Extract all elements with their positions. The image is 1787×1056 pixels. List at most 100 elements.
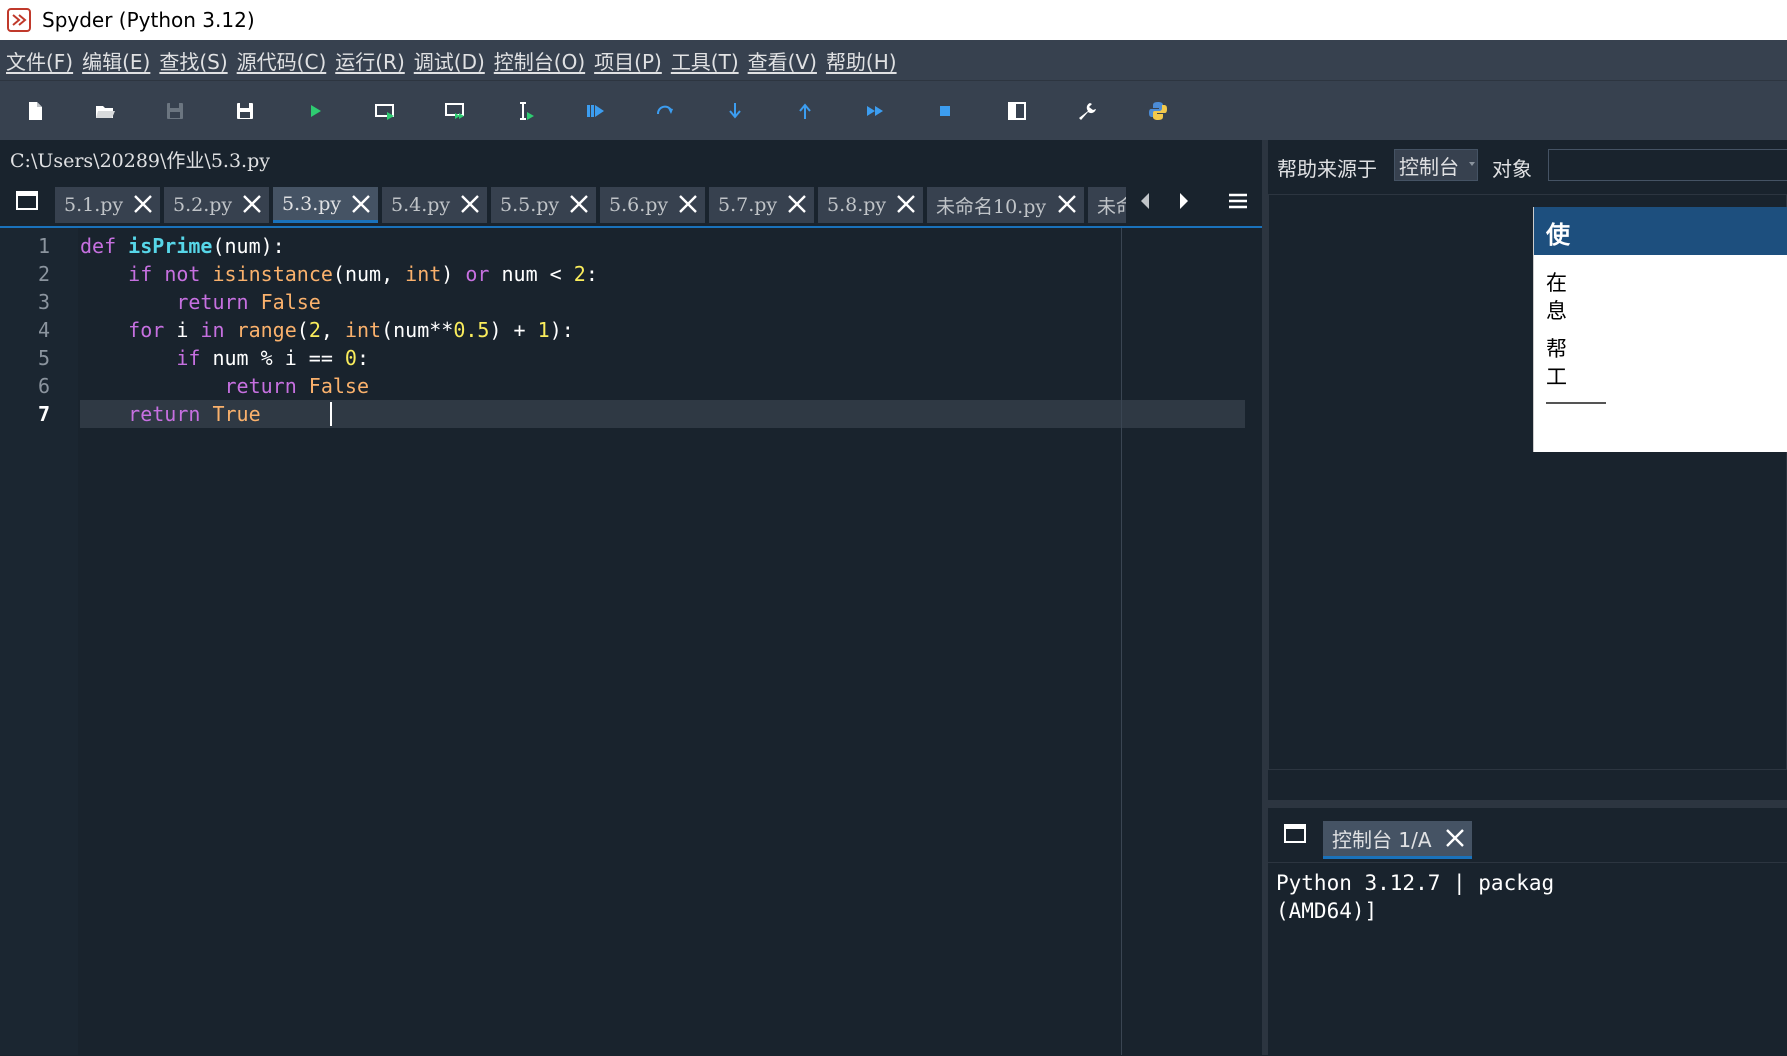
- edge-line-marker: [1121, 228, 1122, 1055]
- step-return-button[interactable]: [790, 96, 820, 126]
- code-line: for i in range(2, int(num**0.5) + 1):: [128, 318, 574, 342]
- menu-source[interactable]: 源代码(C): [237, 46, 327, 75]
- title-bar: Spyder (Python 3.12): [0, 0, 1787, 40]
- run-selection-button[interactable]: [510, 96, 540, 126]
- save-all-icon: [237, 103, 253, 119]
- browse-tabs-icon[interactable]: [14, 188, 40, 214]
- step-over-button[interactable]: [650, 96, 680, 126]
- close-icon[interactable]: [350, 193, 372, 215]
- folder-open-icon: [96, 106, 115, 118]
- continue-button[interactable]: [860, 96, 890, 126]
- help-card-divider: [1546, 402, 1606, 404]
- console-output[interactable]: Python 3.12.7 | packag (AMD64)]: [1268, 862, 1787, 1056]
- step-into-button[interactable]: [720, 96, 750, 126]
- main-toolbar: [0, 80, 1787, 141]
- chevron-down-icon: [1469, 162, 1475, 166]
- menu-run[interactable]: 运行(R): [335, 46, 405, 75]
- preferences-button[interactable]: [1072, 96, 1102, 126]
- close-icon[interactable]: [1444, 827, 1466, 849]
- debug-button[interactable]: [580, 96, 610, 126]
- code-line: if not isinstance(num, int) or num < 2:: [128, 262, 598, 286]
- editor-tab-active[interactable]: 5.3.py: [273, 187, 378, 223]
- close-icon[interactable]: [895, 193, 917, 215]
- editor-tab[interactable]: 未命名10.py: [927, 187, 1084, 223]
- code-editor[interactable]: 1 2 3 4 5 6 7 def isPrime(num): if not i…: [0, 226, 1262, 1055]
- run-cell-icon: [375, 104, 394, 120]
- python-path-manager-button[interactable]: [1143, 96, 1173, 126]
- close-icon[interactable]: [568, 193, 590, 215]
- tab-label: 未命名10.py: [936, 195, 1047, 218]
- line-number: 4: [37, 318, 50, 342]
- editor-tab[interactable]: 5.5.py: [491, 187, 596, 223]
- menu-projects[interactable]: 项目(P): [594, 46, 662, 75]
- tab-label: 5.2.py: [173, 194, 233, 216]
- tab-label: 5.8.py: [827, 194, 887, 216]
- menu-search[interactable]: 查找(S): [159, 46, 227, 75]
- console-tab[interactable]: 控制台 1/A: [1323, 821, 1472, 859]
- close-icon[interactable]: [459, 193, 481, 215]
- stop-debug-button[interactable]: [930, 96, 960, 126]
- line-number: 3: [37, 290, 50, 314]
- menu-edit[interactable]: 编辑(E): [82, 46, 150, 75]
- menu-tools[interactable]: 工具(T): [671, 46, 739, 75]
- editor-tab[interactable]: 5.7.py: [709, 187, 814, 223]
- new-file-button[interactable]: [20, 96, 50, 126]
- object-input[interactable]: [1548, 149, 1787, 181]
- hamburger-menu-icon[interactable]: [1226, 190, 1250, 212]
- help-card-header: 使: [1534, 207, 1787, 255]
- editor-tab[interactable]: 5.1.py: [55, 187, 160, 223]
- spyder-app-icon: [7, 8, 31, 32]
- run-cell-advance-icon: [445, 103, 464, 119]
- tab-label: 5.1.py: [64, 194, 124, 216]
- editor-tab[interactable]: 5.6.py: [600, 187, 705, 223]
- save-icon: [167, 103, 183, 119]
- scroll-tabs-left-icon[interactable]: [1134, 188, 1156, 214]
- code-line: return True: [128, 402, 261, 426]
- menu-view[interactable]: 查看(V): [748, 46, 817, 75]
- line-number: 5: [37, 346, 50, 370]
- editor-tab[interactable]: 未命: [1088, 187, 1126, 223]
- help-source-select[interactable]: 控制台: [1394, 149, 1478, 181]
- line-number-gutter: 1 2 3 4 5 6 7: [0, 228, 78, 1055]
- tab-label: 5.4.py: [391, 194, 451, 216]
- editor-pane: C:\Users\20289\作业\5.3.py 5.1.py 5.2.py 5…: [0, 140, 1262, 1055]
- step-over-icon: [657, 105, 673, 115]
- open-file-button[interactable]: [90, 96, 120, 126]
- menu-debug[interactable]: 调试(D): [414, 46, 485, 75]
- editor-tab[interactable]: 5.2.py: [164, 187, 269, 223]
- maximize-pane-button[interactable]: [1002, 96, 1032, 126]
- help-card-title: 使: [1546, 221, 1570, 249]
- code-line: def isPrime(num):: [80, 234, 285, 258]
- file-path-label: C:\Users\20289\作业\5.3.py: [10, 150, 270, 172]
- close-icon[interactable]: [241, 193, 263, 215]
- console-tab-label: 控制台 1/A: [1332, 828, 1432, 852]
- menu-help[interactable]: 帮助(H): [826, 46, 897, 75]
- pane-divider[interactable]: [1268, 800, 1787, 808]
- close-icon[interactable]: [786, 193, 808, 215]
- save-file-button[interactable]: [160, 96, 190, 126]
- debug-icon: [587, 105, 604, 117]
- editor-tab[interactable]: 5.8.py: [818, 187, 923, 223]
- step-into-icon: [729, 103, 741, 119]
- run-selection-icon: [520, 102, 534, 120]
- menu-file[interactable]: 文件(F): [6, 46, 73, 75]
- run-file-button[interactable]: [300, 96, 330, 126]
- console-line: (AMD64)]: [1276, 899, 1378, 923]
- maximize-pane-icon: [1008, 102, 1026, 120]
- text-cursor: [330, 402, 332, 426]
- menu-consoles[interactable]: 控制台(O): [494, 46, 585, 75]
- help-welcome-card: 使 在 息 帮 工: [1533, 207, 1787, 452]
- scroll-tabs-right-icon[interactable]: [1173, 188, 1195, 214]
- close-icon[interactable]: [132, 193, 154, 215]
- close-icon[interactable]: [1056, 193, 1078, 215]
- close-icon[interactable]: [677, 193, 699, 215]
- browse-tabs-icon[interactable]: [1282, 822, 1308, 846]
- run-cell-button[interactable]: [370, 96, 400, 126]
- code-line: return False: [176, 290, 321, 314]
- tab-label: 5.5.py: [500, 194, 560, 216]
- help-card-text: 在: [1546, 271, 1567, 295]
- help-source-value: 控制台: [1399, 154, 1459, 179]
- save-all-button[interactable]: [230, 96, 260, 126]
- run-cell-advance-button[interactable]: [440, 96, 470, 126]
- editor-tab[interactable]: 5.4.py: [382, 187, 487, 223]
